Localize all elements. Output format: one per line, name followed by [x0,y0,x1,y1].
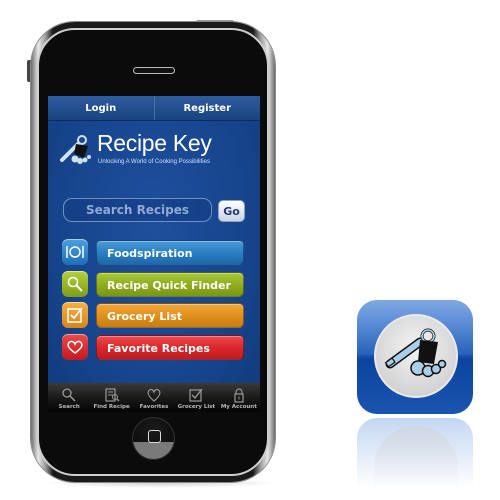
tab-favorites[interactable]: Favorites [133,383,175,412]
find-recipe-icon [105,388,120,402]
go-button[interactable]: Go [218,200,245,222]
app-icon[interactable] [357,300,473,414]
search-row: Go [63,198,248,222]
recipe-quick-finder-button[interactable]: Recipe Quick Finder [96,271,244,297]
grocery-list-button[interactable]: Grocery List [96,303,244,328]
tab-label: Search [58,404,80,410]
tab-label: Grocery List [177,404,216,410]
heart-icon [62,333,88,360]
menu-item-foodspiration[interactable]: Foodspiration [62,239,246,265]
menu-item-favorite-recipes[interactable]: Favorite Recipes [62,333,246,360]
tab-grocery-list[interactable]: Grocery List [175,383,217,412]
key-logo-icon [60,135,91,164]
plate-fork-knife-icon [62,239,88,265]
search-icon [62,388,76,402]
app-icon-disc [374,314,458,398]
app-title: Recipe Key [97,130,212,156]
stage: Login Register Recipe Key Unlocking A Wo… [0,0,500,500]
register-button[interactable]: Register [153,96,261,120]
main-menu: Foodspiration Recipe Quick Finder Grocer… [62,239,246,365]
app-screen: Login Register Recipe Key Unlocking A Wo… [48,96,260,412]
search-input[interactable] [63,198,212,222]
tab-search[interactable]: Search [48,383,90,412]
home-square-icon [148,430,161,443]
home-button[interactable] [132,417,175,460]
key-measuring-spoons-icon [384,328,447,378]
earpiece-speaker [133,67,175,74]
menu-item-quick-finder[interactable]: Recipe Quick Finder [62,270,246,297]
tab-find-recipe[interactable]: Find Recipe [90,383,132,412]
app-tagline: Unlocking A World of Cooking Possibiliti… [98,159,210,165]
reflection-disc [374,426,458,488]
menu-item-grocery-list[interactable]: Grocery List [62,302,246,328]
foodspiration-button[interactable]: Foodspiration [96,240,244,265]
tab-label: Favorites [139,404,169,410]
lock-icon [234,388,244,403]
app-icon-reflection [357,418,473,488]
login-button[interactable]: Login [48,96,154,120]
favorite-recipes-button[interactable]: Favorite Recipes [96,334,244,360]
tab-bar: Search Find Recipe Favorites Grocery Lis… [48,383,260,412]
tab-my-account[interactable]: My Account [218,383,260,412]
tab-label: Find Recipe [93,404,130,410]
tab-label: My Account [220,404,257,410]
checkbox-icon [189,388,203,402]
app-logo: Recipe Key Unlocking A World of Cooking … [48,122,260,180]
magnifier-icon [62,270,88,297]
heart-icon [147,388,161,402]
checkbox-icon [62,302,88,328]
top-bar: Login Register [48,96,260,121]
